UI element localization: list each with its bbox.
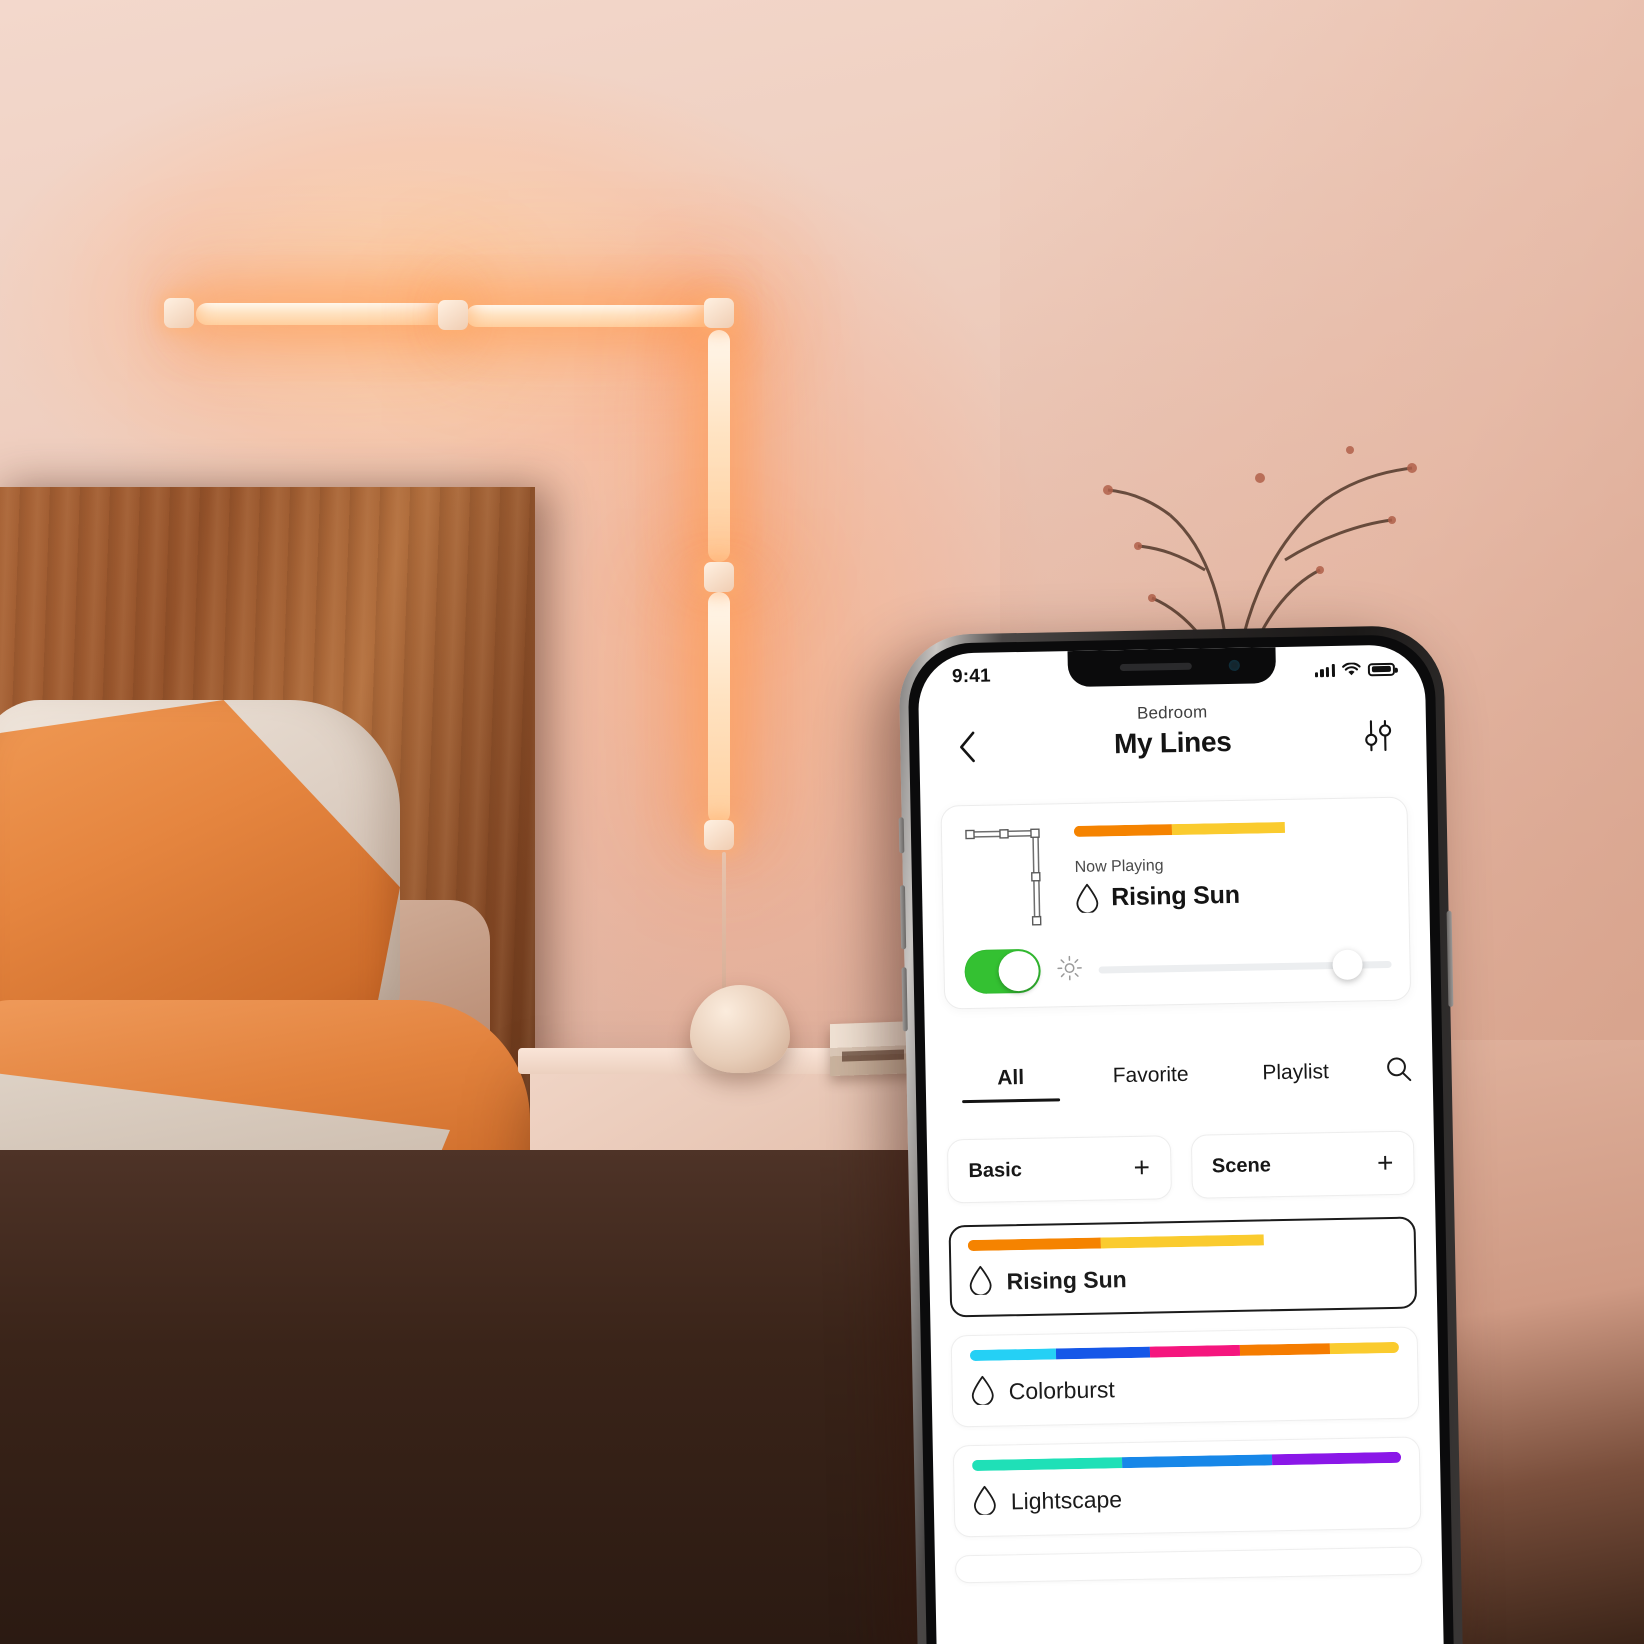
- scene-gradient-bar: [967, 1231, 1397, 1252]
- plus-icon[interactable]: +: [1133, 1152, 1150, 1183]
- brightness-thumb[interactable]: [1332, 949, 1363, 981]
- scene-filter-tabs: All Favorite Playlist: [945, 1055, 1413, 1107]
- light-bar-v1: [708, 330, 730, 562]
- scene-gradient-bar: [969, 1341, 1399, 1362]
- search-button[interactable]: [1384, 1055, 1413, 1089]
- nav-title-block: Bedroom My Lines: [989, 698, 1357, 763]
- tab-favorite[interactable]: Favorite: [1075, 1062, 1226, 1101]
- light-bar-h1: [196, 303, 446, 325]
- tab-all[interactable]: All: [945, 1065, 1076, 1103]
- power-and-brightness-row: [962, 942, 1392, 995]
- chip-basic[interactable]: Basic +: [946, 1135, 1172, 1204]
- app-navigation-bar: Bedroom My Lines: [919, 696, 1427, 788]
- scene-name: Lightscape: [1010, 1486, 1123, 1515]
- light-node-1: [164, 298, 194, 328]
- lines-layout-diagram: [965, 828, 1042, 926]
- brightness-slider[interactable]: [1098, 949, 1392, 985]
- droplet-icon: [968, 1265, 993, 1300]
- scene-row: Rising Sun: [968, 1257, 1398, 1300]
- now-playing-info: Now Playing Rising Sun: [1073, 814, 1391, 913]
- light-node-corner: [704, 298, 734, 328]
- chip-scene[interactable]: Scene +: [1190, 1130, 1415, 1199]
- scene-name: Rising Sun: [1006, 1266, 1127, 1295]
- light-node-3: [704, 562, 734, 592]
- scene-item-lightscape[interactable]: Lightscape: [952, 1436, 1422, 1538]
- light-bar-h2: [466, 305, 714, 327]
- brightness-sun-icon: [1056, 954, 1083, 985]
- scene-item-colorburst[interactable]: Colorburst: [950, 1326, 1420, 1428]
- scene-gradient-bar: [972, 1451, 1402, 1472]
- chevron-left-icon: [960, 731, 975, 763]
- status-bar: 9:41: [918, 644, 1426, 698]
- plus-icon[interactable]: +: [1377, 1147, 1394, 1178]
- signal-bars-icon: [1314, 663, 1336, 677]
- now-playing-scene-name: Rising Sun: [1110, 880, 1241, 911]
- smartphone-mockup: 9:41 Bedroom My Lines Now Playing Rising…: [898, 624, 1463, 1644]
- scene-item-rising-sun[interactable]: Rising Sun: [948, 1216, 1418, 1318]
- battery-full-icon: [1367, 662, 1396, 676]
- power-cord: [722, 852, 726, 1002]
- scene-item-partial[interactable]: [954, 1546, 1423, 1584]
- toggle-knob: [998, 950, 1040, 992]
- category-chips: Basic + Scene +: [946, 1130, 1415, 1204]
- status-bar-time: 9:41: [951, 665, 991, 688]
- mute-switch[interactable]: [898, 817, 905, 854]
- phone-screen: 9:41 Bedroom My Lines Now Playing Rising…: [917, 644, 1444, 1644]
- status-bar-indicators: [1314, 662, 1396, 678]
- page-title: My Lines: [1113, 725, 1232, 760]
- wifi-icon: [1342, 662, 1361, 676]
- scene-row: Lightscape: [972, 1477, 1402, 1520]
- chip-basic-label: Basic: [968, 1158, 1023, 1182]
- now-playing-gradient-bar: [1073, 819, 1389, 837]
- lines-layout-icon: [960, 820, 1062, 934]
- now-playing-card[interactable]: Now Playing Rising Sun: [940, 796, 1412, 1010]
- settings-button[interactable]: [1356, 713, 1401, 758]
- scene-name: Colorburst: [1008, 1376, 1116, 1405]
- light-bar-v2: [708, 592, 730, 824]
- scene-row: Colorburst: [970, 1367, 1400, 1410]
- now-playing-scene: Rising Sun: [1075, 877, 1391, 913]
- light-node-2: [438, 300, 468, 330]
- scene-list: Rising Sun Colorburst Lightscape: [948, 1216, 1423, 1602]
- search-icon: [1387, 1057, 1412, 1082]
- now-playing-top: Now Playing Rising Sun: [960, 814, 1391, 934]
- back-button[interactable]: [945, 725, 990, 770]
- droplet-icon: [970, 1375, 995, 1410]
- power-toggle[interactable]: [964, 948, 1042, 995]
- droplet-icon: [1076, 883, 1099, 913]
- nav-subtitle: Bedroom: [1136, 702, 1208, 723]
- sliders-icon: [1365, 719, 1392, 752]
- now-playing-label: Now Playing: [1074, 857, 1164, 876]
- light-node-4: [704, 820, 734, 850]
- chip-scene-label: Scene: [1211, 1153, 1272, 1177]
- tab-playlist[interactable]: Playlist: [1225, 1059, 1366, 1098]
- droplet-icon: [972, 1485, 997, 1520]
